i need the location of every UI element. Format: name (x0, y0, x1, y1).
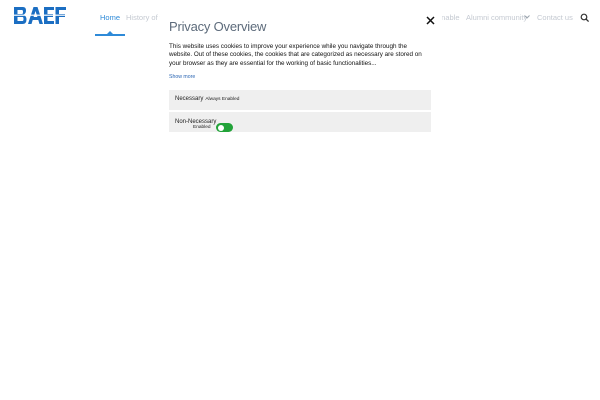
toggle-state-label: Enabled (193, 124, 211, 130)
chevron-down-icon[interactable] (523, 13, 531, 21)
show-more-link[interactable]: Show more (169, 74, 195, 80)
cookie-category-non-necessary[interactable]: Non-Necessary Enabled (169, 112, 431, 132)
close-icon[interactable] (425, 15, 436, 26)
active-indicator (95, 34, 125, 36)
nav-item-home[interactable]: Home (100, 13, 120, 22)
necessary-title-group: Necessary Always Enabled (175, 96, 239, 102)
non-necessary-toggle[interactable] (216, 123, 233, 132)
necessary-title: Necessary (175, 96, 204, 102)
toggle-knob (218, 124, 224, 131)
privacy-description: This website uses cookies to improve you… (169, 43, 422, 67)
nav-item-alumni-community[interactable]: Alumni community (466, 13, 527, 22)
cookie-category-necessary[interactable]: Necessary Always Enabled (169, 90, 431, 110)
nav-item-contact[interactable]: Contact us (537, 13, 573, 22)
modal-title: Privacy Overview (169, 19, 267, 34)
search-icon[interactable] (580, 13, 590, 23)
always-enabled-badge: Always Enabled (205, 97, 240, 102)
